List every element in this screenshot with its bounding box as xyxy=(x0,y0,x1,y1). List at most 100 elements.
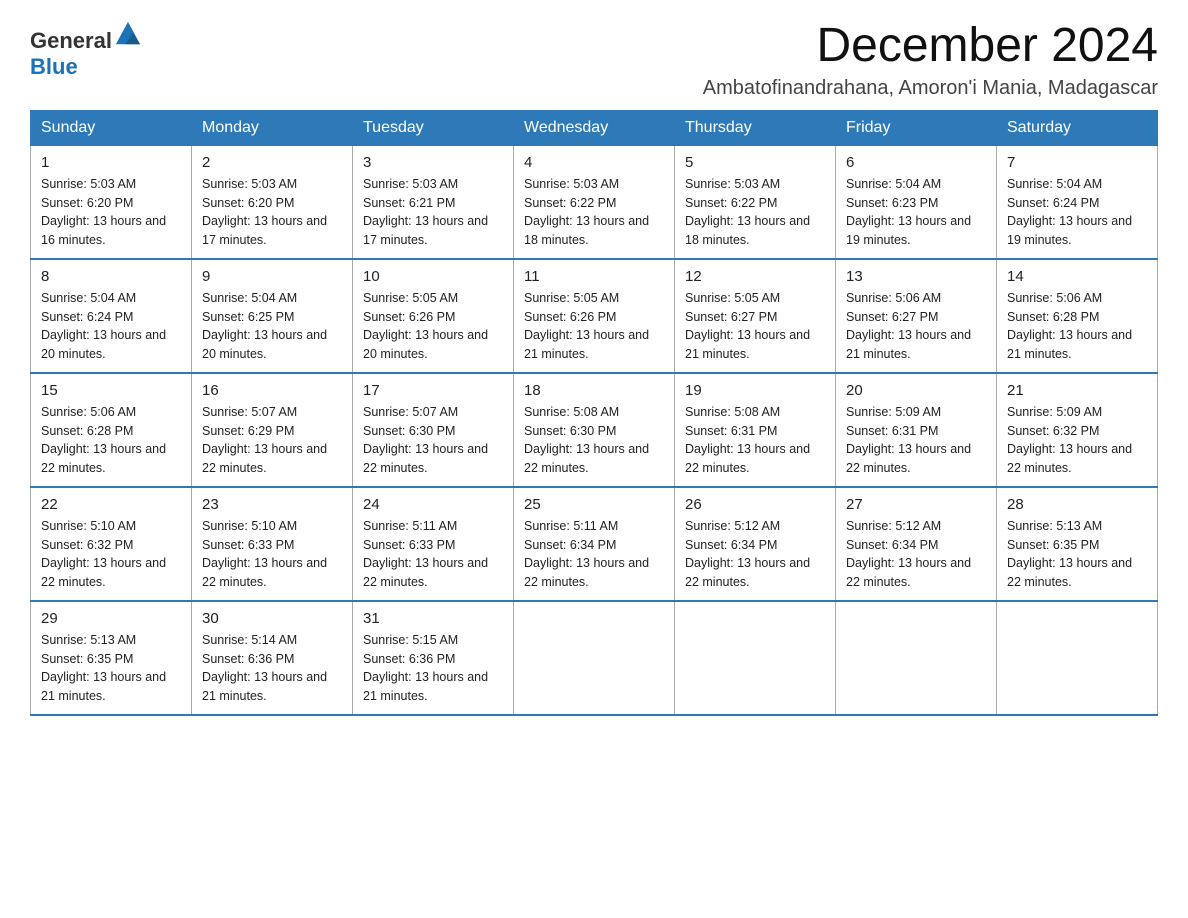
table-row: 4 Sunrise: 5:03 AM Sunset: 6:22 PM Dayli… xyxy=(514,145,675,259)
logo-text: General Blue xyxy=(30,20,142,80)
table-row: 27 Sunrise: 5:12 AM Sunset: 6:34 PM Dayl… xyxy=(836,487,997,601)
table-row xyxy=(836,601,997,715)
day-number: 30 xyxy=(202,610,342,627)
table-row: 8 Sunrise: 5:04 AM Sunset: 6:24 PM Dayli… xyxy=(31,259,192,373)
table-row: 17 Sunrise: 5:07 AM Sunset: 6:30 PM Dayl… xyxy=(353,373,514,487)
table-row: 5 Sunrise: 5:03 AM Sunset: 6:22 PM Dayli… xyxy=(675,145,836,259)
month-title: December 2024 xyxy=(703,20,1158,73)
table-row: 24 Sunrise: 5:11 AM Sunset: 6:33 PM Dayl… xyxy=(353,487,514,601)
header-tuesday: Tuesday xyxy=(353,110,514,145)
day-info: Sunrise: 5:12 AM Sunset: 6:34 PM Dayligh… xyxy=(846,517,986,592)
day-number: 1 xyxy=(41,154,181,171)
logo-general: General xyxy=(30,28,112,53)
day-number: 2 xyxy=(202,154,342,171)
day-info: Sunrise: 5:13 AM Sunset: 6:35 PM Dayligh… xyxy=(41,631,181,706)
calendar-week-3: 15 Sunrise: 5:06 AM Sunset: 6:28 PM Dayl… xyxy=(31,373,1158,487)
day-info: Sunrise: 5:08 AM Sunset: 6:31 PM Dayligh… xyxy=(685,403,825,478)
day-info: Sunrise: 5:11 AM Sunset: 6:34 PM Dayligh… xyxy=(524,517,664,592)
table-row: 25 Sunrise: 5:11 AM Sunset: 6:34 PM Dayl… xyxy=(514,487,675,601)
table-row xyxy=(514,601,675,715)
day-info: Sunrise: 5:06 AM Sunset: 6:27 PM Dayligh… xyxy=(846,289,986,364)
calendar-week-1: 1 Sunrise: 5:03 AM Sunset: 6:20 PM Dayli… xyxy=(31,145,1158,259)
table-row: 20 Sunrise: 5:09 AM Sunset: 6:31 PM Dayl… xyxy=(836,373,997,487)
table-row: 30 Sunrise: 5:14 AM Sunset: 6:36 PM Dayl… xyxy=(192,601,353,715)
table-row: 26 Sunrise: 5:12 AM Sunset: 6:34 PM Dayl… xyxy=(675,487,836,601)
day-number: 22 xyxy=(41,496,181,513)
day-info: Sunrise: 5:09 AM Sunset: 6:31 PM Dayligh… xyxy=(846,403,986,478)
day-number: 14 xyxy=(1007,268,1147,285)
table-row: 10 Sunrise: 5:05 AM Sunset: 6:26 PM Dayl… xyxy=(353,259,514,373)
table-row: 1 Sunrise: 5:03 AM Sunset: 6:20 PM Dayli… xyxy=(31,145,192,259)
day-info: Sunrise: 5:03 AM Sunset: 6:21 PM Dayligh… xyxy=(363,175,503,250)
header-friday: Friday xyxy=(836,110,997,145)
table-row: 29 Sunrise: 5:13 AM Sunset: 6:35 PM Dayl… xyxy=(31,601,192,715)
table-row: 3 Sunrise: 5:03 AM Sunset: 6:21 PM Dayli… xyxy=(353,145,514,259)
day-info: Sunrise: 5:04 AM Sunset: 6:24 PM Dayligh… xyxy=(41,289,181,364)
location-subtitle: Ambatofinandrahana, Amoron'i Mania, Mada… xyxy=(703,77,1158,100)
day-info: Sunrise: 5:07 AM Sunset: 6:29 PM Dayligh… xyxy=(202,403,342,478)
day-number: 26 xyxy=(685,496,825,513)
calendar-week-5: 29 Sunrise: 5:13 AM Sunset: 6:35 PM Dayl… xyxy=(31,601,1158,715)
day-number: 18 xyxy=(524,382,664,399)
calendar-table: Sunday Monday Tuesday Wednesday Thursday… xyxy=(30,110,1158,716)
table-row: 23 Sunrise: 5:10 AM Sunset: 6:33 PM Dayl… xyxy=(192,487,353,601)
table-row: 14 Sunrise: 5:06 AM Sunset: 6:28 PM Dayl… xyxy=(997,259,1158,373)
calendar-week-4: 22 Sunrise: 5:10 AM Sunset: 6:32 PM Dayl… xyxy=(31,487,1158,601)
table-row: 22 Sunrise: 5:10 AM Sunset: 6:32 PM Dayl… xyxy=(31,487,192,601)
header-thursday: Thursday xyxy=(675,110,836,145)
table-row xyxy=(997,601,1158,715)
logo: General Blue xyxy=(30,20,142,80)
day-info: Sunrise: 5:15 AM Sunset: 6:36 PM Dayligh… xyxy=(363,631,503,706)
table-row: 12 Sunrise: 5:05 AM Sunset: 6:27 PM Dayl… xyxy=(675,259,836,373)
day-info: Sunrise: 5:03 AM Sunset: 6:20 PM Dayligh… xyxy=(41,175,181,250)
day-info: Sunrise: 5:12 AM Sunset: 6:34 PM Dayligh… xyxy=(685,517,825,592)
day-info: Sunrise: 5:05 AM Sunset: 6:26 PM Dayligh… xyxy=(524,289,664,364)
day-number: 19 xyxy=(685,382,825,399)
day-info: Sunrise: 5:09 AM Sunset: 6:32 PM Dayligh… xyxy=(1007,403,1147,478)
day-number: 5 xyxy=(685,154,825,171)
day-info: Sunrise: 5:13 AM Sunset: 6:35 PM Dayligh… xyxy=(1007,517,1147,592)
day-info: Sunrise: 5:04 AM Sunset: 6:23 PM Dayligh… xyxy=(846,175,986,250)
day-info: Sunrise: 5:10 AM Sunset: 6:32 PM Dayligh… xyxy=(41,517,181,592)
table-row: 7 Sunrise: 5:04 AM Sunset: 6:24 PM Dayli… xyxy=(997,145,1158,259)
day-info: Sunrise: 5:03 AM Sunset: 6:22 PM Dayligh… xyxy=(524,175,664,250)
day-number: 10 xyxy=(363,268,503,285)
day-info: Sunrise: 5:03 AM Sunset: 6:22 PM Dayligh… xyxy=(685,175,825,250)
header-saturday: Saturday xyxy=(997,110,1158,145)
day-number: 4 xyxy=(524,154,664,171)
day-number: 21 xyxy=(1007,382,1147,399)
day-number: 20 xyxy=(846,382,986,399)
day-number: 16 xyxy=(202,382,342,399)
table-row: 2 Sunrise: 5:03 AM Sunset: 6:20 PM Dayli… xyxy=(192,145,353,259)
table-row: 11 Sunrise: 5:05 AM Sunset: 6:26 PM Dayl… xyxy=(514,259,675,373)
header-sunday: Sunday xyxy=(31,110,192,145)
table-row: 21 Sunrise: 5:09 AM Sunset: 6:32 PM Dayl… xyxy=(997,373,1158,487)
day-info: Sunrise: 5:11 AM Sunset: 6:33 PM Dayligh… xyxy=(363,517,503,592)
title-block: December 2024 Ambatofinandrahana, Amoron… xyxy=(703,20,1158,100)
day-number: 8 xyxy=(41,268,181,285)
day-info: Sunrise: 5:10 AM Sunset: 6:33 PM Dayligh… xyxy=(202,517,342,592)
day-number: 17 xyxy=(363,382,503,399)
day-number: 29 xyxy=(41,610,181,627)
header-wednesday: Wednesday xyxy=(514,110,675,145)
table-row: 9 Sunrise: 5:04 AM Sunset: 6:25 PM Dayli… xyxy=(192,259,353,373)
day-info: Sunrise: 5:06 AM Sunset: 6:28 PM Dayligh… xyxy=(1007,289,1147,364)
day-info: Sunrise: 5:14 AM Sunset: 6:36 PM Dayligh… xyxy=(202,631,342,706)
table-row: 19 Sunrise: 5:08 AM Sunset: 6:31 PM Dayl… xyxy=(675,373,836,487)
day-info: Sunrise: 5:05 AM Sunset: 6:26 PM Dayligh… xyxy=(363,289,503,364)
day-number: 28 xyxy=(1007,496,1147,513)
day-info: Sunrise: 5:05 AM Sunset: 6:27 PM Dayligh… xyxy=(685,289,825,364)
header-monday: Monday xyxy=(192,110,353,145)
table-row xyxy=(675,601,836,715)
day-info: Sunrise: 5:04 AM Sunset: 6:25 PM Dayligh… xyxy=(202,289,342,364)
table-row: 15 Sunrise: 5:06 AM Sunset: 6:28 PM Dayl… xyxy=(31,373,192,487)
day-number: 3 xyxy=(363,154,503,171)
logo-icon xyxy=(114,20,142,48)
day-number: 7 xyxy=(1007,154,1147,171)
day-info: Sunrise: 5:03 AM Sunset: 6:20 PM Dayligh… xyxy=(202,175,342,250)
day-number: 6 xyxy=(846,154,986,171)
page-header: General Blue December 2024 Ambatofinandr… xyxy=(30,20,1158,100)
day-info: Sunrise: 5:08 AM Sunset: 6:30 PM Dayligh… xyxy=(524,403,664,478)
day-info: Sunrise: 5:07 AM Sunset: 6:30 PM Dayligh… xyxy=(363,403,503,478)
day-number: 31 xyxy=(363,610,503,627)
